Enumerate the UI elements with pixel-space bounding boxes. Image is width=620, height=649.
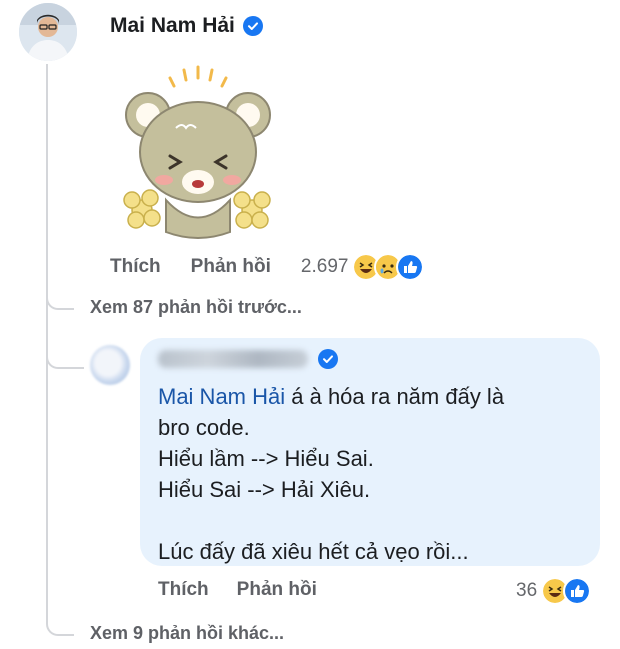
comment-author[interactable]: Mai Nam Hải xyxy=(110,14,263,38)
blurred-author-name xyxy=(158,350,308,368)
previous-replies-link[interactable]: Xem 87 phản hồi trước... xyxy=(90,297,302,318)
like-reaction-icon xyxy=(563,577,592,605)
reply-line-3: Hiểu lầm --> Hiểu Sai. xyxy=(158,446,374,471)
reply-line-6: Lúc đấy đã xiêu hết cả vẹo rồi... xyxy=(158,539,469,564)
reaction-count: 36 xyxy=(516,580,538,601)
avatar[interactable] xyxy=(19,3,77,61)
thread-hook-previous xyxy=(46,290,74,310)
bear-sticker[interactable] xyxy=(118,60,276,245)
reply-line-5 xyxy=(158,505,588,536)
reply-line-4: Hiểu Sai --> Hải Xiêu. xyxy=(158,477,371,502)
thread-hook-reply xyxy=(46,345,84,369)
thread-hook-more xyxy=(46,584,74,636)
reply-actions: Thích Phản hồi xyxy=(158,579,345,601)
reaction-count[interactable]: 2.697 xyxy=(301,256,349,278)
thread-line-main xyxy=(46,64,48,590)
like-button[interactable]: Thích xyxy=(158,579,209,601)
like-button[interactable]: Thích xyxy=(110,256,161,278)
more-replies-link[interactable]: Xem 9 phản hồi khác... xyxy=(90,623,284,644)
comment-actions: Thích Phản hồi 2.697 xyxy=(110,253,425,281)
reply-avatar[interactable] xyxy=(90,345,130,385)
verified-badge-icon xyxy=(242,16,263,36)
reply-button[interactable]: Phản hồi xyxy=(191,256,271,278)
author-name[interactable]: Mai Nam Hải xyxy=(110,14,235,38)
mention-link[interactable]: Mai Nam Hải xyxy=(158,384,285,409)
reply-reactions[interactable]: 36 xyxy=(516,577,592,605)
reply-button[interactable]: Phản hồi xyxy=(237,579,317,601)
like-reaction-icon xyxy=(396,253,425,281)
reply-author[interactable] xyxy=(158,349,338,369)
reply-line-1: Mai Nam Hải á à hóa ra năm đấy là xyxy=(158,384,505,409)
verified-badge-icon xyxy=(318,349,338,369)
profile-photo xyxy=(19,3,77,61)
reply-text: Mai Nam Hải á à hóa ra năm đấy là bro co… xyxy=(158,381,588,567)
reply-line-2: bro code. xyxy=(158,415,250,440)
reaction-icons[interactable] xyxy=(352,253,425,281)
